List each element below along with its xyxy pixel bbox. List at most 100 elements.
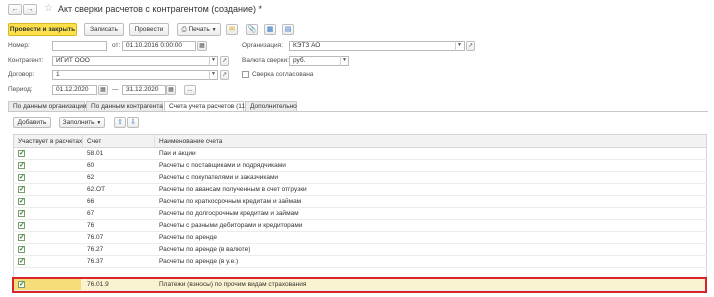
- participates-checkbox[interactable]: ✓: [18, 210, 25, 217]
- chevron-down-icon: ▼: [211, 27, 217, 33]
- account-name-cell: Расчеты по аренде: [159, 234, 217, 241]
- participates-checkbox[interactable]: ✓: [18, 198, 25, 205]
- move-up-icon[interactable]: ⇧: [114, 117, 126, 128]
- table-row[interactable]: ✓ 76.37 Расчеты по аренде (в у.е.): [13, 256, 707, 268]
- calendar-icon[interactable]: ▦: [197, 41, 207, 51]
- forward-button[interactable]: →: [23, 4, 37, 15]
- highlight-frame: [12, 277, 707, 293]
- period-to-field[interactable]: 31.12.2020: [122, 85, 166, 95]
- account-name-cell: Расчеты с покупателями и заказчиками: [159, 174, 279, 181]
- date-field[interactable]: 01.10.2016 0:00:00: [122, 41, 196, 51]
- participates-checkbox[interactable]: ✓: [18, 162, 25, 169]
- period-from-calendar-icon[interactable]: ▦: [98, 85, 108, 95]
- chevron-down-icon: ▼: [96, 120, 102, 126]
- report-icon[interactable]: ▤: [282, 24, 294, 35]
- participates-checkbox[interactable]: ✓: [18, 150, 25, 157]
- organization-dropdown[interactable]: ▼: [455, 41, 463, 51]
- account-cell: 76: [87, 222, 95, 229]
- period-dash: —: [112, 86, 119, 93]
- account-name-cell: Паи и акции: [159, 150, 196, 157]
- account-cell: 62: [87, 174, 95, 181]
- participates-checkbox[interactable]: ✓: [18, 186, 25, 193]
- printer-icon: ⎙: [181, 26, 187, 33]
- participates-checkbox[interactable]: ✓: [18, 258, 25, 265]
- table-row[interactable]: ✓ 76 Расчеты с разными дебиторами и кред…: [13, 220, 707, 232]
- column-separator[interactable]: [82, 135, 83, 147]
- add-button[interactable]: Добавить: [13, 117, 51, 128]
- participates-checkbox[interactable]: ✓: [18, 234, 25, 241]
- number-label: Номер:: [8, 42, 30, 49]
- account-name-cell: Расчеты с разными дебиторами и кредитора…: [159, 222, 303, 229]
- account-cell: 62.ОТ: [87, 186, 106, 193]
- tab-additional[interactable]: Дополнительно: [245, 101, 297, 111]
- structure-icon[interactable]: ▦: [264, 24, 276, 35]
- account-name-cell: Расчеты с поставщиками и подрядчиками: [159, 162, 286, 169]
- attachment-icon[interactable]: 📎: [246, 24, 258, 35]
- header-account-name[interactable]: Наименование счета: [159, 138, 222, 145]
- column-separator[interactable]: [154, 135, 155, 147]
- window-title: Акт сверки расчетов с контрагентом (созд…: [58, 4, 263, 14]
- date-label: от:: [112, 42, 121, 49]
- agreed-label: Сверка согласована: [252, 71, 314, 78]
- header-participates[interactable]: Участвует в расчетах: [18, 138, 82, 145]
- header-account[interactable]: Счет: [87, 138, 101, 145]
- contract-dropdown[interactable]: ▼: [209, 70, 217, 80]
- table-row[interactable]: ✓ 76.07 Расчеты по аренде: [13, 232, 707, 244]
- back-button[interactable]: ←: [8, 4, 22, 15]
- account-name-cell: Расчеты по аренде (в валюте): [159, 246, 251, 253]
- contract-open-icon[interactable]: ↗: [220, 70, 229, 80]
- currency-label: Валюта сверки:: [242, 57, 289, 64]
- move-down-icon[interactable]: ⇩: [127, 117, 139, 128]
- account-cell: 67: [87, 210, 95, 217]
- tab-counterparty-data[interactable]: По данным контрагента: [86, 101, 163, 111]
- account-name-cell: Расчеты по аренде (в у.е.): [159, 258, 239, 265]
- print-label: Печать: [188, 26, 210, 33]
- agreed-checkbox[interactable]: [242, 71, 249, 78]
- currency-dropdown[interactable]: ▼: [340, 56, 348, 66]
- contract-label: Договор:: [8, 71, 35, 78]
- number-field[interactable]: [52, 41, 107, 51]
- table-row[interactable]: ✓ 66 Расчеты по краткосрочным кредитам и…: [13, 196, 707, 208]
- account-name-cell: Расчеты по долгосрочным кредитам и займа…: [159, 210, 299, 217]
- grid-header: Участвует в расчетах Счет Наименование с…: [14, 135, 706, 148]
- participates-checkbox[interactable]: ✓: [18, 246, 25, 253]
- post-button[interactable]: Провести: [129, 23, 169, 36]
- mail-icon[interactable]: ✉: [226, 24, 238, 35]
- account-cell: 60: [87, 162, 95, 169]
- account-cell: 66: [87, 198, 95, 205]
- save-button[interactable]: Записать: [84, 23, 124, 36]
- account-cell: 76.37: [87, 258, 104, 265]
- period-select-button[interactable]: ...: [184, 85, 196, 95]
- tabs-divider: [8, 111, 708, 112]
- counterparty-field[interactable]: ИГИТ ООО: [52, 56, 218, 66]
- account-name-cell: Расчеты по авансам полученным в счет отг…: [159, 186, 307, 193]
- account-cell: 76.27: [87, 246, 104, 253]
- counterparty-label: Контрагент:: [8, 57, 44, 64]
- participates-checkbox[interactable]: ✓: [18, 222, 25, 229]
- table-row[interactable]: ✓ 62.ОТ Расчеты по авансам полученным в …: [13, 184, 707, 196]
- print-button[interactable]: ⎙ Печать ▼: [177, 23, 221, 36]
- table-row[interactable]: ✓ 67 Расчеты по долгосрочным кредитам и …: [13, 208, 707, 220]
- fill-button[interactable]: Заполнить ▼: [59, 117, 105, 128]
- table-row[interactable]: ✓ 58.01 Паи и акции: [13, 148, 707, 160]
- organization-field[interactable]: КЭТЗ АО: [289, 41, 465, 51]
- account-cell: 58.01: [87, 150, 104, 157]
- post-and-close-button[interactable]: Провести и закрыть: [8, 23, 77, 36]
- period-label: Период:: [8, 86, 33, 93]
- counterparty-open-icon[interactable]: ↗: [220, 56, 229, 66]
- organization-label: Организация:: [242, 42, 284, 49]
- table-row[interactable]: ✓ 76.27 Расчеты по аренде (в валюте): [13, 244, 707, 256]
- contract-field[interactable]: 1: [52, 70, 218, 80]
- table-row[interactable]: ✓ 60 Расчеты с поставщиками и подрядчика…: [13, 160, 707, 172]
- participates-checkbox[interactable]: ✓: [18, 174, 25, 181]
- organization-open-icon[interactable]: ↗: [466, 41, 475, 51]
- account-cell: 76.07: [87, 234, 104, 241]
- fill-label: Заполнить: [62, 119, 95, 126]
- table-row[interactable]: ✓ 62 Расчеты с покупателями и заказчикам…: [13, 172, 707, 184]
- counterparty-dropdown[interactable]: ▼: [209, 56, 217, 66]
- period-to-calendar-icon[interactable]: ▦: [166, 85, 176, 95]
- favorite-star-icon[interactable]: ☆: [44, 3, 53, 14]
- account-name-cell: Расчеты по краткосрочным кредитам и займ…: [159, 198, 302, 205]
- tab-organization-data[interactable]: По данным организации: [8, 101, 87, 111]
- period-from-field[interactable]: 01.12.2020: [52, 85, 97, 95]
